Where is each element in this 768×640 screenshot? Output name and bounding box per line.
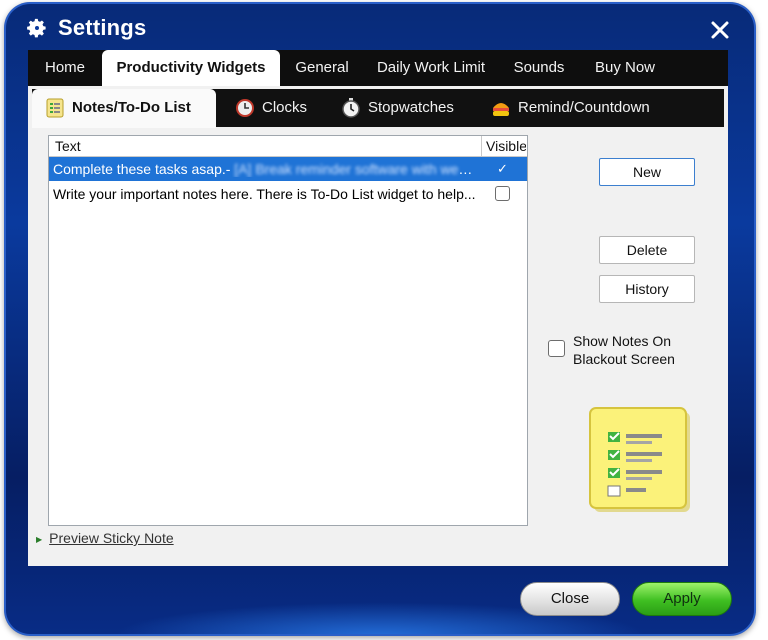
tab-general[interactable]: General xyxy=(284,50,360,86)
delete-button[interactable]: Delete xyxy=(599,236,695,264)
widget-sub-tab-bar: Notes/To-Do List Clocks Stopwatches Remi… xyxy=(32,89,724,128)
notes-list[interactable]: Text Visible Complete these tasks asap.-… xyxy=(48,135,528,526)
tab-home[interactable]: Home xyxy=(28,50,102,86)
settings-window: Settings Home Productivity Widgets Gener… xyxy=(4,2,756,636)
preview-sticky-note-link[interactable]: ▶ Preview Sticky Note xyxy=(36,530,174,546)
tab-buy-now[interactable]: Buy Now xyxy=(584,50,666,86)
show-notes-blackout-option[interactable]: Show Notes On Blackout Screen xyxy=(548,332,718,372)
column-divider xyxy=(481,136,482,156)
subtab-label: Stopwatches xyxy=(368,99,454,116)
subtab-label: Notes/To-Do List xyxy=(72,99,191,116)
window-title: Settings xyxy=(58,15,147,40)
stopwatch-icon xyxy=(342,98,360,118)
note-text: Complete these tasks asap.- [A] Break re… xyxy=(53,161,477,177)
tab-label: Home xyxy=(44,59,85,76)
blackout-checkbox[interactable] xyxy=(548,340,565,357)
title-bar: Settings xyxy=(4,2,756,50)
arrow-right-icon: ▶ xyxy=(36,534,43,544)
subtab-remind-countdown[interactable]: Remind/Countdown xyxy=(478,89,698,127)
clock-icon xyxy=(236,99,254,117)
tab-productivity-widgets[interactable]: Productivity Widgets xyxy=(102,50,280,87)
preview-link-label: Preview Sticky Note xyxy=(49,530,174,546)
tab-label: Productivity Widgets xyxy=(116,59,266,76)
close-icon[interactable] xyxy=(710,20,730,40)
productivity-widgets-panel: Notes/To-Do List Clocks Stopwatches Remi… xyxy=(28,86,728,566)
list-item[interactable]: Complete these tasks asap.- [A] Break re… xyxy=(49,157,527,181)
new-button[interactable]: New xyxy=(599,158,695,186)
gear-icon xyxy=(27,18,46,38)
list-header: Text Visible xyxy=(49,136,527,157)
sticky-note-icon xyxy=(589,407,690,512)
visible-checkbox[interactable]: ✓ xyxy=(495,161,510,176)
subtab-label: Remind/Countdown xyxy=(518,99,650,116)
main-tab-bar: Home Productivity Widgets General Daily … xyxy=(28,50,728,87)
notes-icon xyxy=(46,98,64,118)
subtab-notes-todo[interactable]: Notes/To-Do List xyxy=(32,89,216,128)
tab-label: Sounds xyxy=(513,59,565,76)
visible-checkbox[interactable] xyxy=(495,186,510,201)
tab-daily-work-limit[interactable]: Daily Work Limit xyxy=(368,50,494,86)
history-button[interactable]: History xyxy=(599,275,695,303)
remind-icon xyxy=(493,103,509,116)
column-header-text[interactable]: Text xyxy=(55,138,81,154)
list-item[interactable]: Write your important notes here. There i… xyxy=(49,182,527,206)
tab-label: Buy Now xyxy=(594,59,656,76)
tab-sounds[interactable]: Sounds xyxy=(502,50,576,86)
tab-label: Daily Work Limit xyxy=(376,59,486,76)
subtab-label: Clocks xyxy=(262,99,308,116)
blackout-label: Show Notes On Blackout Screen xyxy=(573,333,675,367)
column-header-visible[interactable]: Visible xyxy=(486,138,526,154)
close-button[interactable]: Close xyxy=(520,582,620,616)
note-text: Write your important notes here. There i… xyxy=(53,186,476,202)
tab-label: General xyxy=(295,59,349,76)
apply-button[interactable]: Apply xyxy=(632,582,732,616)
